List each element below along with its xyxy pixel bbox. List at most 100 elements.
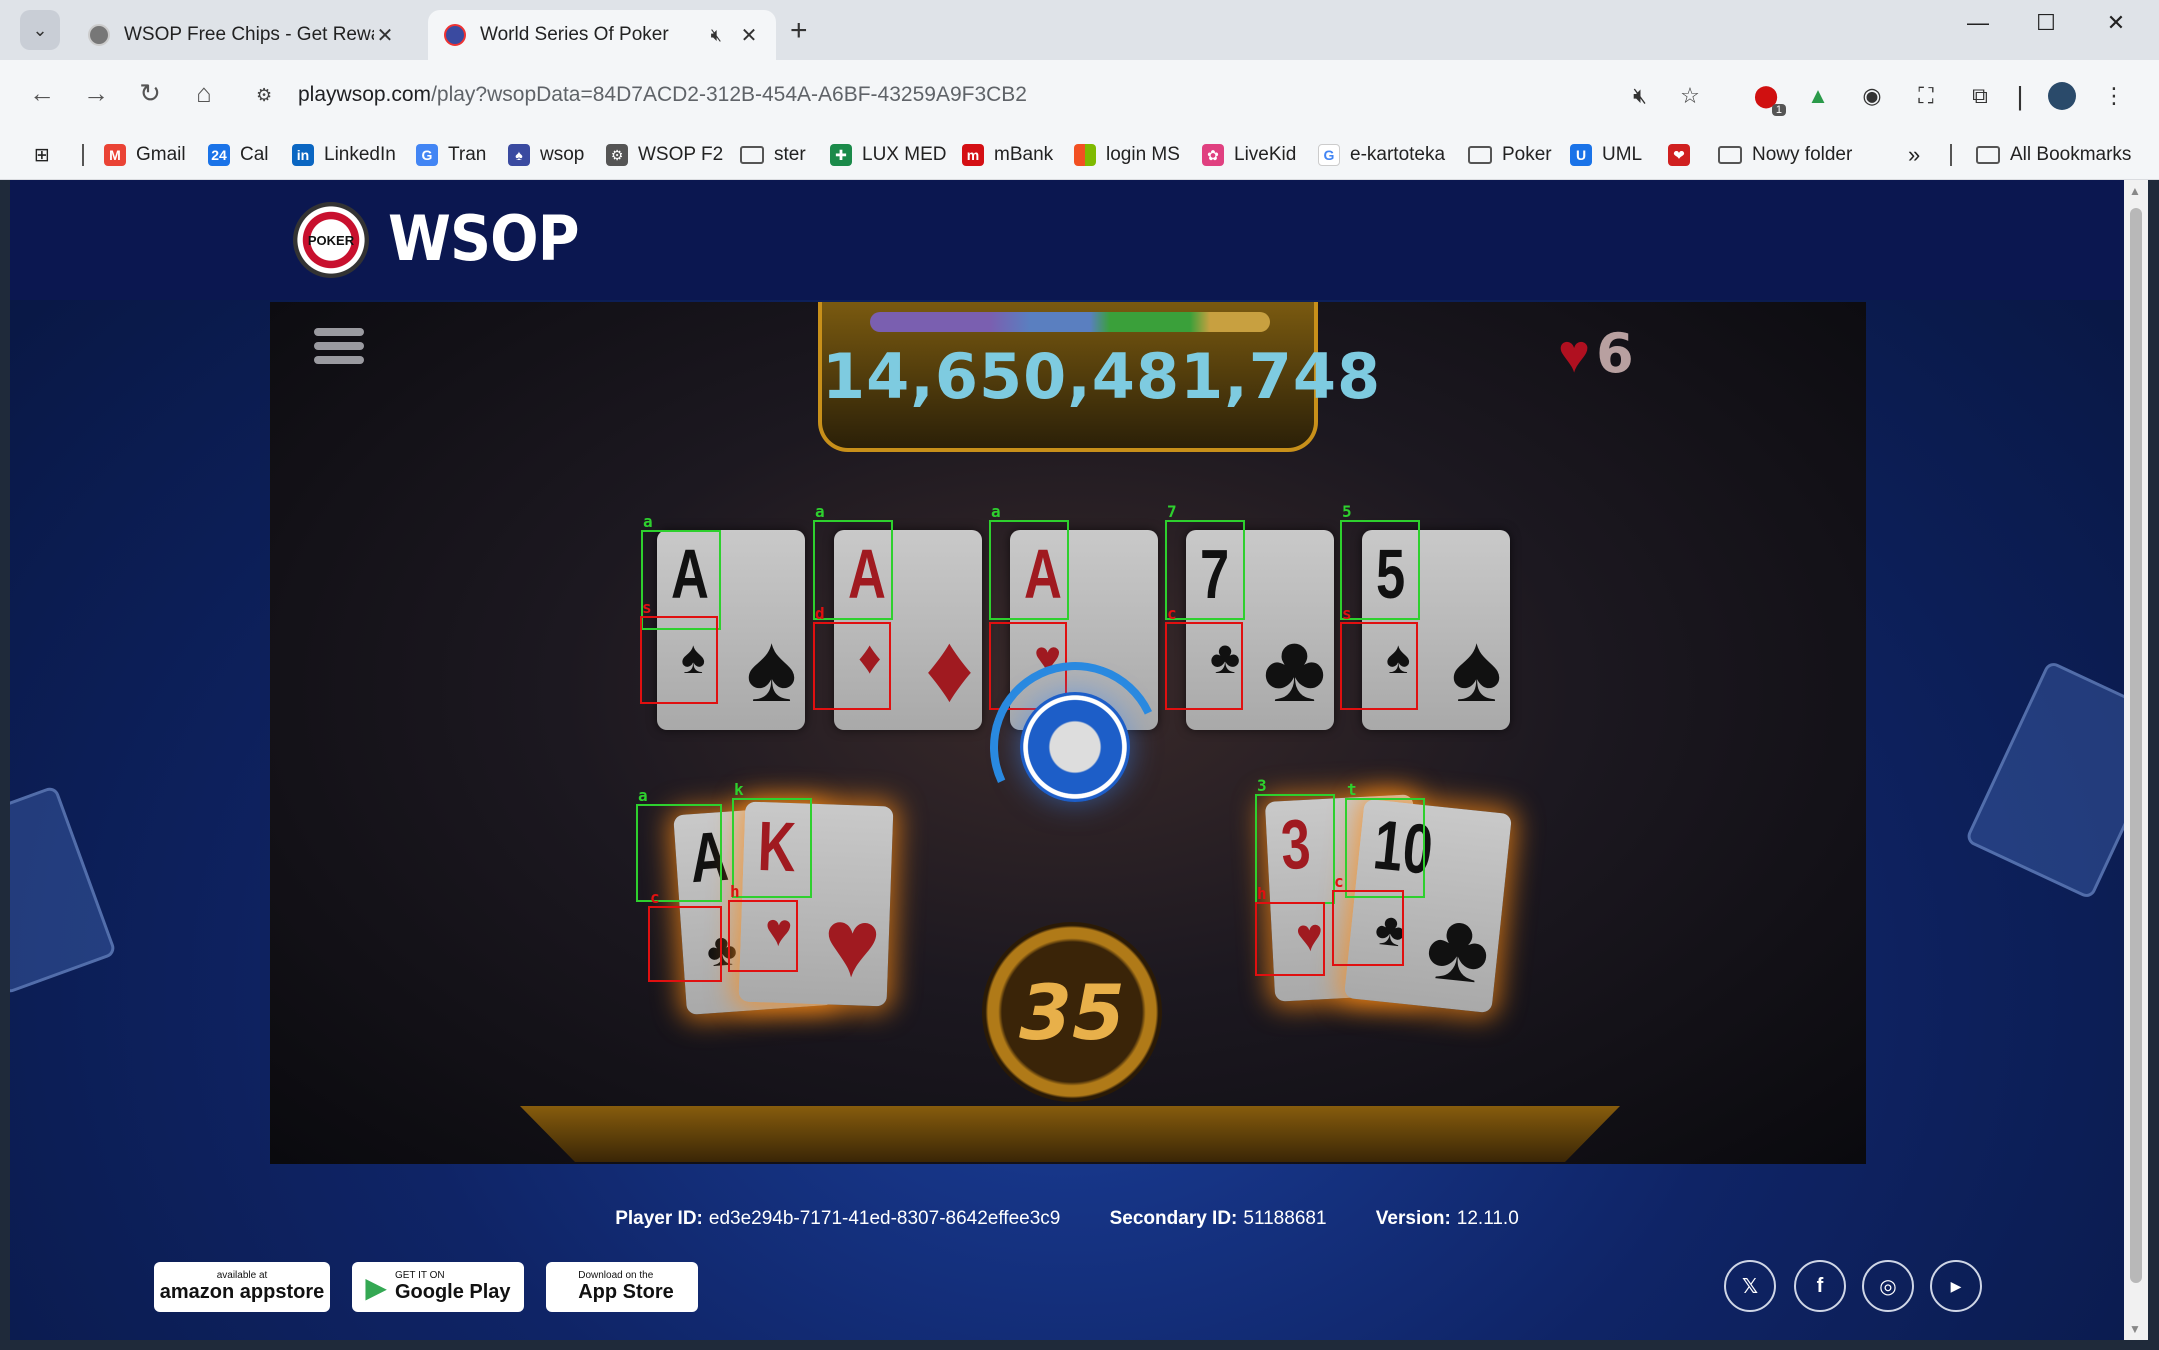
back-icon[interactable]: ← bbox=[24, 78, 60, 109]
amazon-appstore-button[interactable]: available at amazon appstore bbox=[154, 1262, 330, 1312]
detection-label: 7 bbox=[1167, 502, 1177, 521]
secondary-id-value: 51188681 bbox=[1243, 1208, 1327, 1229]
extensions-puzzle-icon[interactable]: ⧉ bbox=[1962, 78, 1998, 114]
bookmark-gmail[interactable]: M Gmail bbox=[104, 142, 186, 168]
mbank-icon: m bbox=[962, 144, 984, 166]
game-canvas[interactable]: 14,650,481,748 ♥ 6 A ♠ ♠ A ♦ ♦ A ♥ 7 ♣ ♣… bbox=[270, 302, 1866, 1164]
muted-tab-icon[interactable]: 🔇︎ bbox=[711, 25, 722, 46]
site-settings-icon[interactable]: ⚙ bbox=[256, 85, 284, 106]
wsop-icon: ♠ bbox=[508, 144, 530, 166]
bookmark-folder-poker[interactable]: Poker bbox=[1468, 142, 1552, 168]
google-play-icon: ▶ bbox=[365, 1271, 387, 1303]
close-tab-icon[interactable]: ✕ bbox=[374, 23, 396, 48]
scroll-down-icon[interactable]: ▼ bbox=[2129, 1322, 2141, 1336]
detection-label: h bbox=[730, 882, 740, 901]
google-play-button[interactable]: ▶ GET IT ON Google Play bbox=[352, 1262, 524, 1312]
more-bookmarks-button[interactable]: » bbox=[1908, 142, 1920, 168]
minimize-icon[interactable]: — bbox=[1958, 10, 1998, 36]
suit-detection-box: s bbox=[640, 598, 718, 704]
instagram-icon[interactable]: ◎ bbox=[1862, 1260, 1914, 1312]
detection-label: s bbox=[1342, 604, 1352, 623]
wsop-logo-text[interactable]: WSOP bbox=[388, 202, 580, 275]
tab-world-series-of-poker[interactable]: World Series Of Poker 🔇︎ ✕ bbox=[428, 10, 776, 60]
detection-label: k bbox=[734, 780, 744, 799]
address-bar[interactable]: ⚙ playwsop.com/play?wsopData=84D7ACD2-31… bbox=[250, 72, 1650, 118]
bookmark-cal[interactable]: 24 Cal bbox=[208, 142, 269, 168]
livekid-icon: ✿ bbox=[1202, 144, 1224, 166]
browser-menu-icon[interactable]: ⋮ bbox=[2096, 78, 2132, 114]
google-icon: G bbox=[1318, 144, 1340, 166]
store-big-text: Google Play bbox=[394, 1281, 511, 1303]
mute-site-icon[interactable]: 🔇︎ bbox=[1622, 78, 1658, 114]
home-icon[interactable]: ⌂ bbox=[186, 78, 222, 109]
bookmark-login-ms[interactable]: login MS bbox=[1074, 142, 1180, 168]
close-tab-icon[interactable]: ✕ bbox=[738, 23, 760, 48]
store-small-text: available at bbox=[216, 1270, 268, 1281]
forward-icon[interactable]: → bbox=[78, 78, 114, 109]
card-suit-large: ♠ bbox=[1451, 615, 1502, 722]
bookmark-label: Cal bbox=[240, 144, 269, 165]
google-drive-icon[interactable]: ▲ bbox=[1800, 78, 1836, 114]
maximize-icon[interactable]: ☐ bbox=[2026, 10, 2066, 36]
suit-detection-box: c bbox=[1165, 604, 1243, 710]
apps-grid-icon[interactable]: ⊞ bbox=[34, 142, 50, 168]
screen-capture-icon[interactable]: ⛶ bbox=[1908, 78, 1944, 114]
detection-label: d bbox=[815, 604, 825, 623]
detection-label: c bbox=[650, 888, 660, 907]
bookmark-e-kartoteka[interactable]: Ge-kartoteka bbox=[1318, 142, 1445, 168]
bookmark-mbank[interactable]: m mBank bbox=[962, 142, 1053, 168]
gear-icon: ⚙ bbox=[606, 144, 628, 166]
new-tab-button[interactable]: + bbox=[790, 14, 808, 48]
app-store-button[interactable]: Download on the App Store bbox=[546, 1262, 698, 1312]
reload-icon[interactable]: ↻ bbox=[132, 78, 168, 109]
card-suit-large: ♦ bbox=[925, 615, 974, 722]
bookmark-wsop[interactable]: ♠ wsop bbox=[508, 142, 584, 168]
all-bookmarks-button[interactable]: All Bookmarks bbox=[1976, 142, 2131, 168]
twitter-icon[interactable]: 𝕏 bbox=[1724, 1260, 1776, 1312]
bookmark-livekid[interactable]: ✿ LiveKid bbox=[1202, 142, 1296, 168]
bookmark-label: Poker bbox=[1502, 144, 1552, 165]
wsop-favicon-icon bbox=[444, 24, 466, 46]
bookmark-luxmed[interactable]: ✚ LUX MED bbox=[830, 142, 946, 168]
extension-icon[interactable]: ⬤ 1 bbox=[1748, 78, 1786, 116]
youtube-icon[interactable]: ▶ bbox=[1930, 1260, 1982, 1312]
poker-chip-icon bbox=[1020, 692, 1130, 802]
extension-circle-icon[interactable]: ◉ bbox=[1854, 78, 1890, 114]
page-scrollbar[interactable]: ▲ ▼ bbox=[2124, 180, 2148, 1340]
hamburger-menu-icon[interactable] bbox=[314, 328, 364, 370]
wsop-favicon-icon bbox=[88, 24, 110, 46]
bookmark-linkedin[interactable]: in LinkedIn bbox=[292, 142, 396, 168]
store-big-text: App Store bbox=[578, 1281, 674, 1303]
detection-label: 3 bbox=[1257, 776, 1267, 795]
scroll-up-icon[interactable]: ▲ bbox=[2129, 184, 2141, 198]
gmail-icon: M bbox=[104, 144, 126, 166]
translate-icon: G bbox=[416, 144, 438, 166]
player-id-value: ed3e294b-7171-41ed-8307-8642effee3c9 bbox=[708, 1208, 1061, 1229]
uml-icon: U bbox=[1570, 144, 1592, 166]
facebook-icon[interactable]: f bbox=[1794, 1260, 1846, 1312]
close-window-icon[interactable]: ✕ bbox=[2096, 10, 2136, 36]
bookmark-lips[interactable]: ❤ bbox=[1668, 142, 1700, 168]
countdown-timer: 35 bbox=[982, 922, 1162, 1102]
tab-search-button[interactable]: ⌄ bbox=[20, 10, 60, 50]
logo-badge-text: POKER bbox=[307, 232, 355, 248]
bookmark-folder-ster[interactable]: ster bbox=[740, 142, 806, 168]
bookmark-tran[interactable]: G Tran bbox=[416, 142, 486, 168]
store-big-text: amazon appstore bbox=[159, 1281, 325, 1303]
bookmark-folder-nowy[interactable]: Nowy folder bbox=[1718, 142, 1852, 168]
detection-label: a bbox=[991, 502, 1001, 521]
bookmark-star-icon[interactable]: ☆ bbox=[1672, 78, 1708, 114]
rank-detection-box: 5 bbox=[1340, 502, 1420, 620]
bookmark-wsop-f2[interactable]: ⚙ WSOP F2 bbox=[606, 142, 723, 168]
suit-detection-box: s bbox=[1340, 604, 1418, 710]
tab-wsop-free-chips[interactable]: WSOP Free Chips - Get Rewards ✕ bbox=[72, 10, 412, 60]
avatar[interactable] bbox=[2044, 78, 2080, 114]
bookmark-uml[interactable]: U UML bbox=[1570, 142, 1642, 168]
rank-detection-box: a bbox=[641, 512, 721, 630]
jackpot-lights bbox=[870, 312, 1270, 332]
card-suit-large: ♠ bbox=[746, 615, 797, 722]
rank-detection-box: 7 bbox=[1165, 502, 1245, 620]
detection-label: a bbox=[643, 512, 653, 531]
scroll-thumb[interactable] bbox=[2130, 208, 2142, 1283]
wsop-poker-logo[interactable]: POKER bbox=[293, 202, 369, 278]
